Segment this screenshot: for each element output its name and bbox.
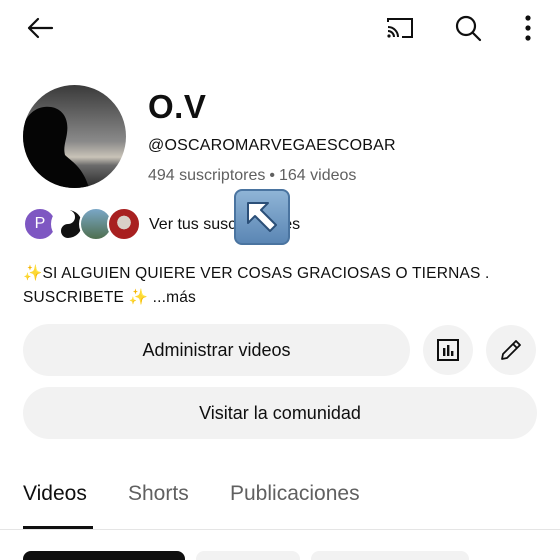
active-tab-indicator — [23, 526, 93, 529]
video-count: 164 videos — [279, 167, 357, 184]
subscription-avatar — [107, 207, 141, 241]
tab-videos[interactable]: Videos — [23, 482, 87, 506]
arrow-up-left-icon — [247, 202, 277, 232]
visit-community-button[interactable]: Visitar la comunidad — [23, 387, 537, 439]
more-link[interactable]: ...más — [153, 289, 196, 306]
more-options-button[interactable] — [512, 10, 544, 46]
search-icon — [455, 15, 482, 42]
manage-videos-button[interactable]: Administrar videos — [23, 324, 410, 376]
channel-avatar[interactable] — [23, 85, 126, 188]
back-button[interactable] — [20, 10, 60, 46]
pencil-icon — [501, 340, 521, 360]
cast-icon — [387, 18, 413, 38]
channel-name: O.V — [148, 88, 207, 125]
filter-chip[interactable] — [311, 551, 469, 560]
search-button[interactable] — [448, 8, 488, 48]
description-line: SUSCRIBETE ✨ — [23, 289, 149, 306]
channel-stats: 494 suscriptores • 164 videos — [148, 167, 356, 185]
subscriber-count: 494 suscriptores — [148, 167, 266, 184]
bar-chart-icon — [437, 339, 459, 361]
top-app-bar — [0, 0, 560, 56]
channel-tabs: Videos Shorts Publicaciones — [0, 470, 560, 530]
arrow-left-icon — [27, 17, 54, 39]
edit-channel-button[interactable] — [486, 325, 536, 375]
filter-chip[interactable] — [23, 551, 185, 560]
cursor-overlay — [234, 189, 290, 245]
tab-shorts[interactable]: Shorts — [128, 482, 189, 506]
stats-separator: • — [269, 167, 275, 184]
analytics-button[interactable] — [423, 325, 473, 375]
tab-publicaciones[interactable]: Publicaciones — [230, 482, 360, 506]
channel-handle: @OSCAROMARVEGAESCOBAR — [148, 137, 396, 154]
cast-button[interactable] — [380, 10, 420, 46]
channel-description[interactable]: ✨SI ALGUIEN QUIERE VER COSAS GRACIOSAS O… — [23, 262, 533, 310]
more-vert-icon — [525, 15, 531, 41]
filter-chip[interactable] — [196, 551, 300, 560]
description-line: ✨SI ALGUIEN QUIERE VER COSAS GRACIOSAS O… — [23, 265, 490, 282]
